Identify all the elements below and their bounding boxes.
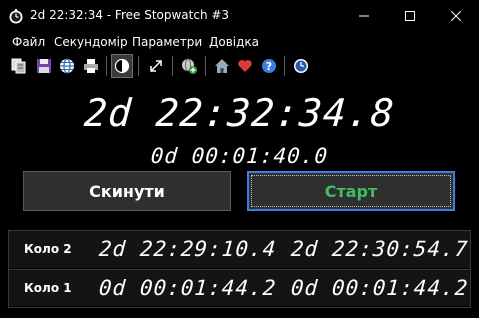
status-bar <box>0 310 479 318</box>
add-web-icon[interactable] <box>178 54 200 78</box>
save-icon[interactable] <box>33 54 55 78</box>
start-button[interactable]: Старт <box>247 171 455 211</box>
globe-icon[interactable] <box>56 54 78 78</box>
menu-stopwatch[interactable]: Секундомір <box>54 35 128 49</box>
menu-bar: Файл Секундомір Параметри Довідка <box>0 32 479 52</box>
maximize-button[interactable] <box>387 0 433 32</box>
menu-settings[interactable]: Параметри <box>132 35 202 49</box>
toolbar: ? <box>0 52 479 80</box>
stopwatch-app-icon <box>8 8 24 24</box>
start-button-label: Старт <box>324 181 378 201</box>
minimize-button[interactable] <box>341 0 387 32</box>
reset-button-label: Скинути <box>89 181 165 201</box>
toolbar-separator <box>138 56 139 76</box>
svg-text:?: ? <box>266 60 272 73</box>
lap-split-time: 2d 22:29:10.4 <box>98 237 278 261</box>
title-bar[interactable]: 2d 22:32:34 - Free Stopwatch #3 <box>0 0 479 32</box>
reset-button[interactable]: Скинути <box>23 171 231 211</box>
lap-row[interactable]: Коло 1 0d 00:01:44.2 0d 00:01:44.2 <box>9 269 470 306</box>
home-icon[interactable] <box>211 54 233 78</box>
laps-list: Коло 2 2d 22:29:10.4 2d 22:30:54.7 Коло … <box>8 230 471 308</box>
close-button[interactable] <box>433 0 479 32</box>
print-icon[interactable] <box>80 54 102 78</box>
clock-icon[interactable] <box>290 54 312 78</box>
heart-icon[interactable] <box>234 54 256 78</box>
lap-label: Коло 2 <box>24 242 72 256</box>
toolbar-separator <box>205 56 206 76</box>
help-icon[interactable]: ? <box>258 54 280 78</box>
toolbar-separator <box>106 56 107 76</box>
lap-total-time: 2d 22:30:54.7 <box>290 237 470 261</box>
current-lap-time: 0d 00:01:40.0 <box>149 144 330 168</box>
toolbar-separator <box>284 56 285 76</box>
menu-file[interactable]: Файл <box>12 35 45 49</box>
copy-icon[interactable] <box>8 54 30 78</box>
toolbar-separator <box>172 56 173 76</box>
lap-label: Коло 1 <box>24 281 72 295</box>
lap-row[interactable]: Коло 2 2d 22:29:10.4 2d 22:30:54.7 <box>9 231 470 268</box>
lap-total-time: 0d 00:01:44.2 <box>290 276 470 300</box>
contrast-icon[interactable] <box>111 54 133 78</box>
main-elapsed-time: 2d 22:32:34.8 <box>82 91 397 135</box>
menu-help[interactable]: Довідка <box>209 35 259 49</box>
fullscreen-icon[interactable] <box>145 54 167 78</box>
window-title: 2d 22:32:34 - Free Stopwatch #3 <box>30 8 230 22</box>
lap-split-time: 0d 00:01:44.2 <box>98 276 278 300</box>
